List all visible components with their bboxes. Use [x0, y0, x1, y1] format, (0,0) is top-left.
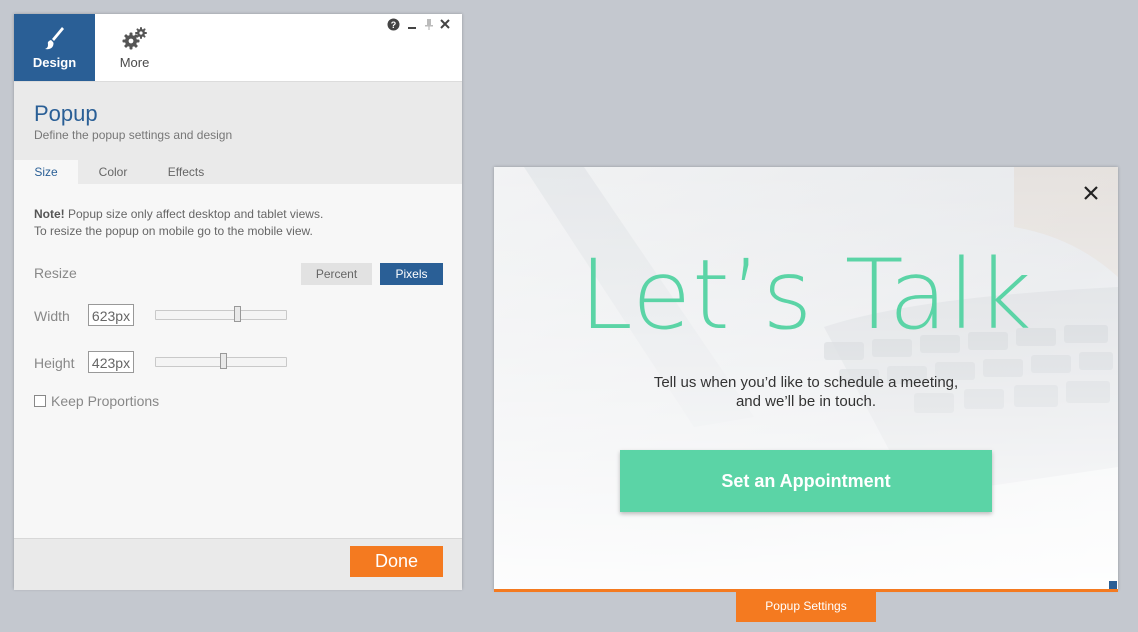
page-subtitle: Define the popup settings and design [34, 128, 233, 142]
set-appointment-button[interactable]: Set an Appointment [620, 450, 992, 512]
keep-proportions-checkbox[interactable] [34, 395, 46, 407]
tab-design[interactable]: Design [14, 14, 95, 81]
tab-color[interactable]: Color [80, 160, 146, 184]
height-slider[interactable] [155, 353, 287, 369]
width-slider-handle[interactable] [234, 306, 241, 322]
page-title: Popup [34, 101, 98, 126]
svg-text:?: ? [390, 20, 396, 30]
note-line-1: Popup size only affect desktop and table… [64, 207, 324, 221]
window-controls: ? [386, 17, 456, 33]
width-slider[interactable] [155, 306, 287, 322]
popup-preview[interactable]: Let’s Talk Tell us when you’d like to sc… [494, 167, 1118, 590]
subtab-bar: Size Color Effects [14, 160, 462, 184]
popup-settings-button[interactable]: Popup Settings [736, 591, 876, 622]
tab-design-label: Design [32, 55, 77, 70]
height-label: Height [34, 355, 75, 371]
help-icon[interactable]: ? [386, 17, 400, 33]
tab-more-label: More [119, 55, 150, 70]
percent-button[interactable]: Percent [301, 263, 372, 285]
minimize-icon[interactable] [405, 17, 419, 33]
width-input[interactable]: 623px [88, 304, 134, 326]
tab-more[interactable]: More [95, 14, 174, 81]
popup-tagline[interactable]: Tell us when you’d like to schedule a me… [494, 373, 1118, 411]
keep-proportions-label[interactable]: Keep Proportions [51, 393, 159, 409]
size-settings: Note! Popup size only affect desktop and… [14, 184, 462, 538]
panel-header: Popup Define the popup settings and desi… [14, 82, 462, 160]
note-line-2: To resize the popup on mobile go to the … [34, 224, 313, 238]
brush-icon [44, 27, 64, 50]
tab-effects[interactable]: Effects [153, 160, 219, 184]
pixels-button[interactable]: Pixels [380, 263, 443, 285]
height-slider-handle[interactable] [220, 353, 227, 369]
pin-icon[interactable] [422, 17, 436, 33]
resize-label: Resize [34, 265, 77, 281]
tab-size[interactable]: Size [14, 160, 78, 184]
popup-headline[interactable]: Let’s Talk [494, 245, 1118, 345]
done-button[interactable]: Done [350, 546, 443, 577]
tagline-line-2: and we’ll be in touch. [735, 393, 877, 410]
popup-close-icon[interactable] [1080, 182, 1102, 204]
tagline-line-1: Tell us when you’d like to schedule a me… [653, 374, 959, 391]
gears-icon [122, 27, 147, 50]
height-input[interactable]: 423px [88, 351, 134, 373]
main-tabbar: Design More ? [14, 14, 462, 82]
resize-handle[interactable] [1109, 581, 1117, 589]
note-label: Note! [34, 207, 65, 221]
width-label: Width [34, 308, 70, 324]
size-note: Note! Popup size only affect desktop and… [34, 206, 323, 240]
close-icon[interactable] [438, 17, 452, 33]
panel-footer: Done [14, 538, 462, 590]
settings-panel: Design More ? Popup Define the popup set… [14, 14, 462, 590]
